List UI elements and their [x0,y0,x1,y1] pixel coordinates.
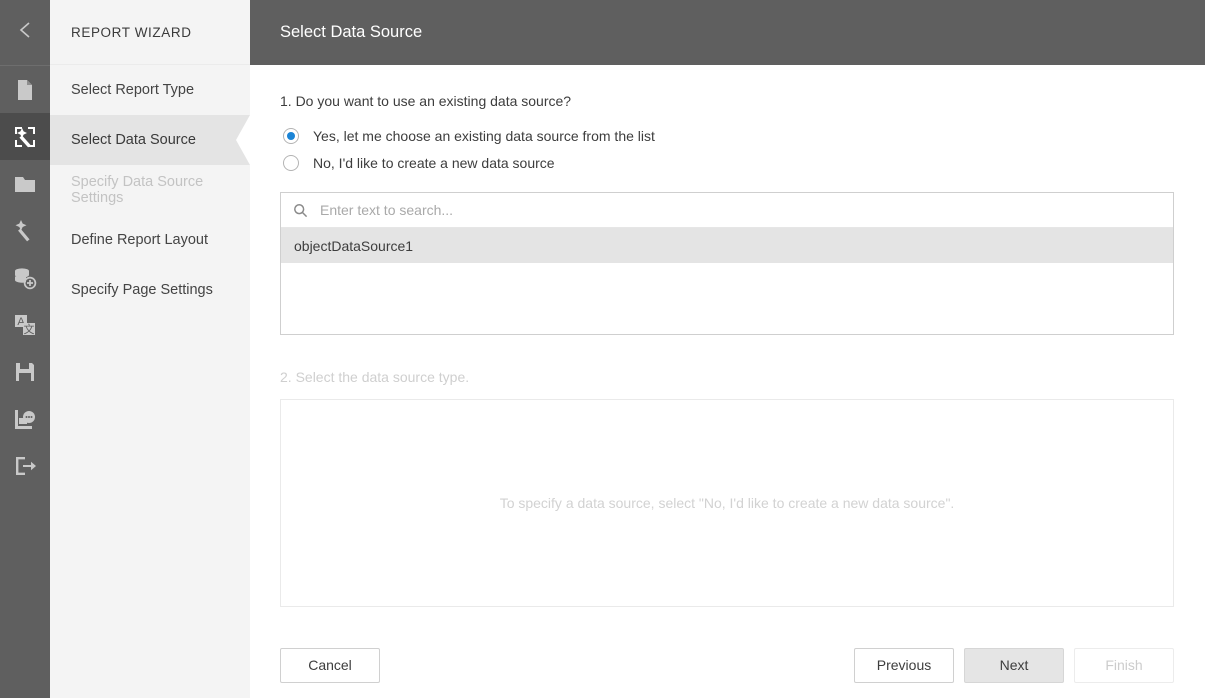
list-item[interactable]: objectDataSource1 [281,228,1173,263]
radio-create-new-data-source[interactable]: No, I'd like to create a new data source [280,150,1174,175]
finish-button: Finish [1074,647,1174,683]
rail-item-new-document[interactable] [0,66,50,113]
open-folder-icon [13,173,37,195]
search-row [281,193,1173,228]
page-title: Select Data Source [250,0,1205,65]
rail-item-report-wizard[interactable] [0,113,50,160]
scripts-icon [13,408,37,430]
radio-indicator[interactable] [283,154,299,171]
rail-item-add-data-source[interactable] [0,254,50,301]
wizard-content: 1. Do you want to use an existing data s… [250,65,1205,632]
rail-item-save[interactable] [0,348,50,395]
step-label: Select Data Source [71,132,196,148]
rail-item-scripts[interactable] [0,395,50,442]
wizard-step-sidebar: REPORT WIZARD Select Report Type Select … [50,0,250,698]
svg-text:文: 文 [24,322,35,336]
data-source-type-panel: To specify a data source, select "No, I'… [280,399,1174,607]
list-item-label: objectDataSource1 [294,237,414,254]
step-label: Select Report Type [71,82,195,98]
radio-label: No, I'd like to create a new data source [313,154,555,171]
report-wizard-window: A 文 REPORT WIZARD Select Report Type Sel… [0,0,1205,698]
sidebar-item-specify-page-settings[interactable]: Specify Page Settings [50,265,250,315]
rail-item-localization[interactable]: A 文 [0,301,50,348]
localization-icon: A 文 [13,313,37,337]
new-document-icon [14,78,36,102]
main-panel: Select Data Source 1. Do you want to use… [250,0,1205,698]
cancel-button[interactable]: Cancel [280,647,380,683]
data-source-type-hint: To specify a data source, select "No, I'… [499,495,955,511]
sidebar-item-select-data-source[interactable]: Select Data Source [50,115,250,165]
wizard-footer: Cancel Previous Next Finish [250,632,1205,698]
exit-icon [13,455,37,477]
search-input[interactable] [318,201,1161,219]
back-button[interactable] [0,0,50,65]
add-data-source-icon [13,266,37,290]
sidebar-item-specify-data-source-settings: Specify Data Source Settings [50,165,250,215]
chevron-left-icon [17,19,33,46]
data-source-list: objectDataSource1 [281,228,1173,334]
magic-wand-icon [13,219,37,243]
radio-use-existing-data-source[interactable]: Yes, let me choose an existing data sour… [280,123,1174,148]
step-label: Specify Data Source Settings [71,174,204,206]
data-source-listbox: objectDataSource1 [280,192,1174,335]
report-wizard-icon [12,124,38,150]
sidebar-title: REPORT WIZARD [50,0,250,65]
icon-rail: A 文 [0,0,50,698]
question-1-label: 1. Do you want to use an existing data s… [280,93,572,109]
step-label: Specify Page Settings [71,282,213,298]
next-button[interactable]: Next [964,647,1064,683]
sidebar-item-select-report-type[interactable]: Select Report Type [50,65,250,115]
rail-item-open-folder[interactable] [0,160,50,207]
step-label: Define Report Layout [71,232,209,248]
radio-indicator[interactable] [283,127,299,144]
search-icon [293,203,308,218]
question-2-label: 2. Select the data source type. [280,369,470,385]
sidebar-item-define-report-layout[interactable]: Define Report Layout [50,215,250,265]
previous-button[interactable]: Previous [854,647,954,683]
rail-item-magic-wand[interactable] [0,207,50,254]
rail-item-exit[interactable] [0,442,50,489]
footer-nav-buttons: Previous Next Finish [854,647,1174,683]
save-icon [14,361,36,383]
radio-label: Yes, let me choose an existing data sour… [313,127,655,144]
